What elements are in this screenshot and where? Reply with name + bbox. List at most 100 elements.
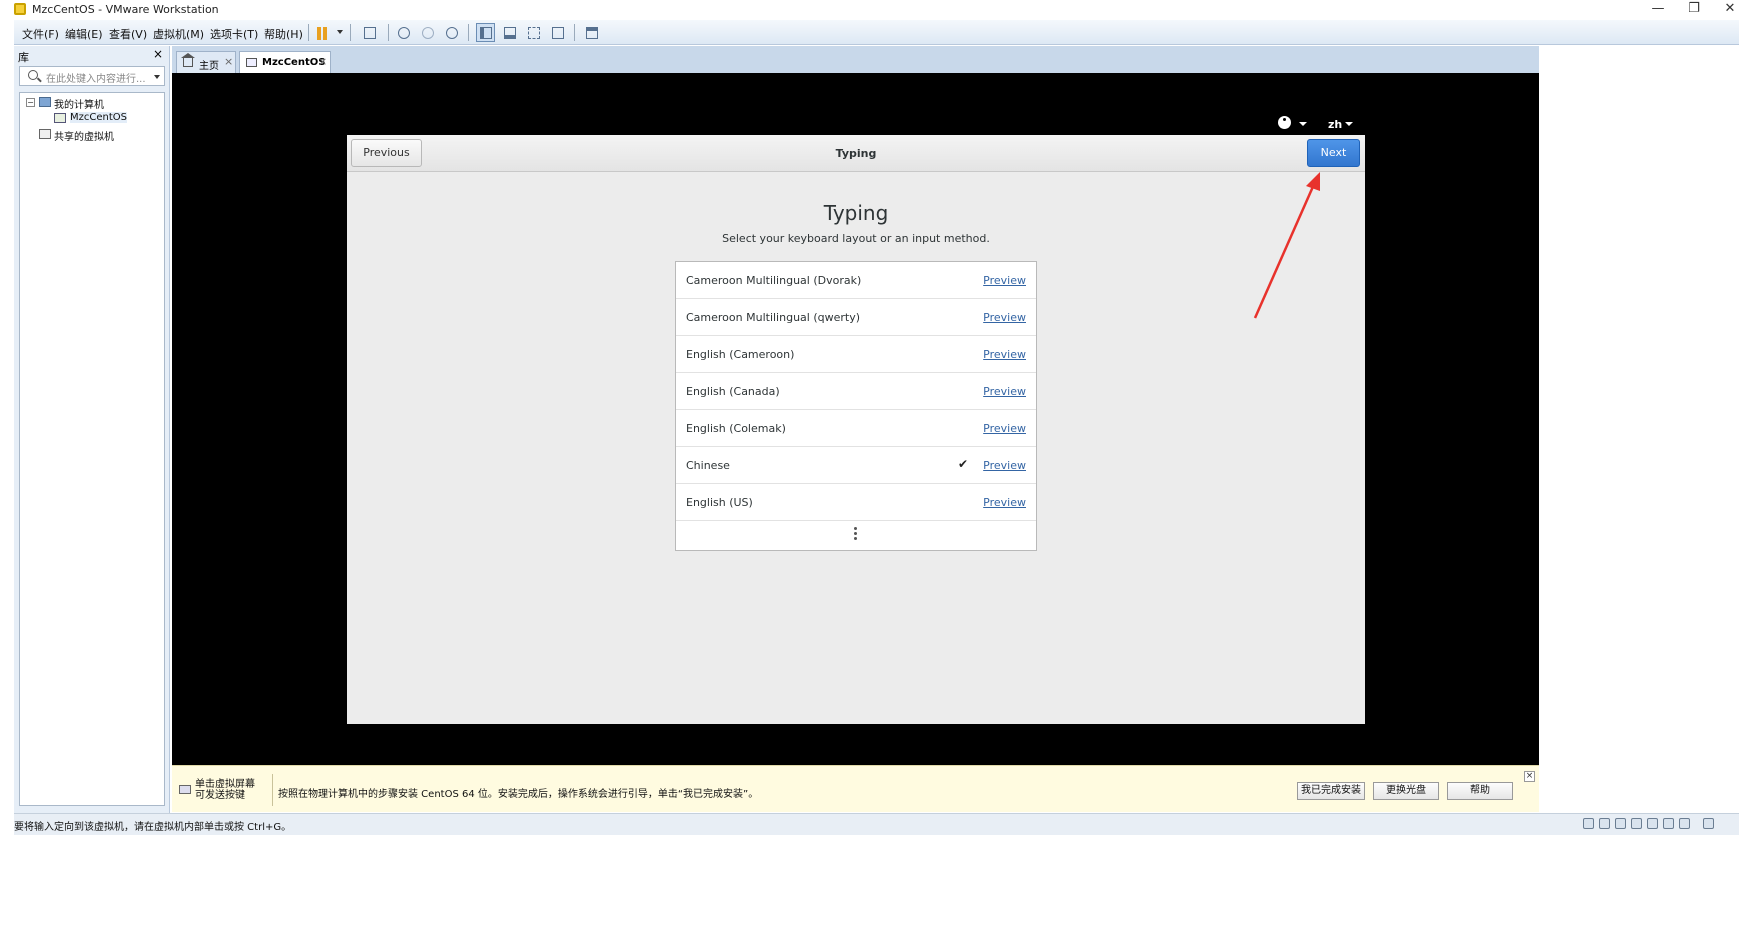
vmware-app-icon	[14, 3, 26, 15]
full-screen-icon	[528, 27, 540, 39]
tree-item-shared-vms[interactable]: 共享的虚拟机	[54, 128, 114, 143]
menu-toolbar: 文件(F) 编辑(E) 查看(V) 虚拟机(M) 选项卡(T) 帮助(H)	[14, 20, 1739, 45]
layout-row-chinese[interactable]: Chinese ✔ Preview	[676, 447, 1036, 484]
next-button[interactable]: Next	[1307, 139, 1360, 167]
installer-window: Previous Typing Next Typing Select your …	[347, 135, 1365, 724]
usb-controller-icon[interactable]	[1631, 818, 1642, 829]
hint-close-button[interactable]: ×	[1524, 771, 1535, 782]
layout-row-english-canada[interactable]: English (Canada) Preview	[676, 373, 1036, 410]
preview-link[interactable]: Preview	[983, 311, 1026, 324]
menu-tabs[interactable]: 选项卡(T)	[210, 26, 258, 42]
tree-item-my-computer[interactable]: 我的计算机	[54, 96, 104, 111]
preview-link[interactable]: Preview	[983, 422, 1026, 435]
vm-display[interactable]: zh Previous Typing Next Typing Select yo…	[172, 73, 1539, 765]
preview-link[interactable]: Preview	[983, 385, 1026, 398]
toolbar-separator	[388, 24, 389, 41]
network-adapter-icon[interactable]	[1615, 818, 1626, 829]
toolbar-separator	[350, 24, 351, 41]
library-title: 库	[18, 51, 29, 64]
device-status-icons	[1583, 818, 1723, 832]
layout-row-cameroon-dvorak[interactable]: Cameroon Multilingual (Dvorak) Preview	[676, 262, 1036, 299]
thumbnail-bar-icon	[504, 27, 516, 39]
menu-help[interactable]: 帮助(H)	[264, 26, 303, 42]
preview-link[interactable]: Preview	[983, 274, 1026, 287]
layout-name: English (US)	[686, 496, 753, 509]
unity-button[interactable]	[548, 23, 567, 42]
layout-name: English (Cameroon)	[686, 348, 795, 361]
accessibility-icon[interactable]	[1278, 116, 1291, 129]
revert-snapshot-button[interactable]	[418, 23, 437, 42]
hint-line-2: 可发送按键	[195, 790, 245, 801]
message-log-icon[interactable]	[1703, 818, 1714, 829]
thumbnail-bar-button[interactable]	[500, 23, 519, 42]
more-options-icon[interactable]	[854, 527, 857, 541]
cd-dvd-icon[interactable]	[1599, 818, 1610, 829]
vm-tab-icon	[246, 58, 257, 67]
done-installing-button[interactable]: 我已完成安装	[1297, 782, 1365, 800]
layout-row-english-colemak[interactable]: English (Colemak) Preview	[676, 410, 1036, 447]
computer-icon	[39, 97, 51, 107]
tree-item-mzccentos[interactable]: MzcCentOS	[70, 112, 127, 123]
preview-link[interactable]: Preview	[983, 496, 1026, 509]
keyboard-hint-icon	[179, 785, 191, 794]
hint-message: 按照在物理计算机中的步骤安装 CentOS 64 位。安装完成后，操作系统会进行…	[278, 789, 759, 800]
printer-icon[interactable]	[1663, 818, 1674, 829]
tab-mzccentos-close-button[interactable]: ×	[318, 55, 327, 68]
language-dropdown-icon[interactable]	[1345, 122, 1353, 126]
toolbar-separator	[468, 24, 469, 41]
menu-view[interactable]: 查看(V)	[109, 26, 147, 42]
status-message: 要将输入定向到该虚拟机，请在虚拟机内部单击或按 Ctrl+G。	[14, 822, 292, 833]
home-icon	[181, 53, 195, 67]
hard-disk-icon[interactable]	[1583, 818, 1594, 829]
minimize-button[interactable]: —	[1640, 0, 1676, 20]
hint-click-screen: 单击虚拟屏幕 可发送按键	[195, 779, 255, 801]
layout-row-english-us[interactable]: English (US) Preview	[676, 484, 1036, 521]
install-hint-bar: 单击虚拟屏幕 可发送按键 按照在物理计算机中的步骤安装 CentOS 64 位。…	[172, 765, 1539, 812]
library-search-input[interactable]: 在此处键入内容进行...	[19, 66, 165, 86]
menu-file[interactable]: 文件(F)	[22, 26, 59, 42]
tab-mzccentos-label: MzcCentOS	[262, 57, 326, 68]
tab-home-close-button[interactable]: ×	[224, 55, 233, 68]
layout-row-english-cameroon[interactable]: English (Cameroon) Preview	[676, 336, 1036, 373]
tree-collapse-toggle[interactable]: −	[26, 98, 35, 107]
snapshot-icon	[398, 27, 410, 39]
library-panel: 库 × 在此处键入内容进行... − 我的计算机 MzcCentOS 共享的虚拟…	[14, 46, 170, 814]
library-search-placeholder: 在此处键入内容进行...	[46, 74, 146, 85]
window-title-bar: MzcCentOS - VMware Workstation — ❐ ✕	[0, 0, 1745, 20]
close-window-button[interactable]: ✕	[1712, 0, 1745, 20]
show-library-button[interactable]	[476, 23, 495, 42]
language-indicator[interactable]: zh	[1328, 118, 1342, 131]
restore-button[interactable]: ❐	[1676, 0, 1712, 20]
change-disc-button[interactable]: 更换光盘	[1373, 782, 1439, 800]
full-screen-button[interactable]	[524, 23, 543, 42]
tab-mzccentos[interactable]: MzcCentOS ×	[239, 51, 331, 73]
pause-dropdown-icon[interactable]	[337, 30, 343, 34]
display-icon[interactable]	[1679, 818, 1690, 829]
send-ctrl-alt-del-button[interactable]	[360, 23, 379, 42]
status-bar: 要将输入定向到该虚拟机，请在虚拟机内部单击或按 Ctrl+G。	[14, 813, 1739, 835]
accessibility-dropdown-icon[interactable]	[1299, 122, 1307, 126]
help-button[interactable]: 帮助	[1447, 782, 1513, 800]
preview-link[interactable]: Preview	[983, 348, 1026, 361]
layout-row-cameroon-qwerty[interactable]: Cameroon Multilingual (qwerty) Preview	[676, 299, 1036, 336]
revert-snapshot-icon	[422, 27, 434, 39]
vm-icon	[54, 113, 66, 123]
snapshot-button[interactable]	[394, 23, 413, 42]
pause-button[interactable]	[312, 23, 331, 42]
sound-card-icon[interactable]	[1647, 818, 1658, 829]
tab-home[interactable]: 主页 ×	[176, 51, 236, 73]
keyboard-layout-list: Cameroon Multilingual (Dvorak) Preview C…	[675, 261, 1037, 551]
page-subtitle: Select your keyboard layout or an input …	[722, 232, 990, 245]
menu-edit[interactable]: 编辑(E)	[65, 26, 103, 42]
console-view-icon	[586, 27, 598, 39]
preview-link[interactable]: Preview	[983, 459, 1026, 472]
snapshot-manager-button[interactable]	[442, 23, 461, 42]
menu-vm[interactable]: 虚拟机(M)	[153, 26, 204, 42]
search-icon	[28, 70, 38, 80]
toolbar-separator	[574, 24, 575, 41]
shared-vms-icon	[39, 129, 51, 139]
search-dropdown-icon[interactable]	[154, 75, 160, 79]
library-close-button[interactable]: ×	[153, 47, 163, 61]
console-view-button[interactable]	[582, 23, 601, 42]
layout-name: Chinese	[686, 459, 730, 472]
